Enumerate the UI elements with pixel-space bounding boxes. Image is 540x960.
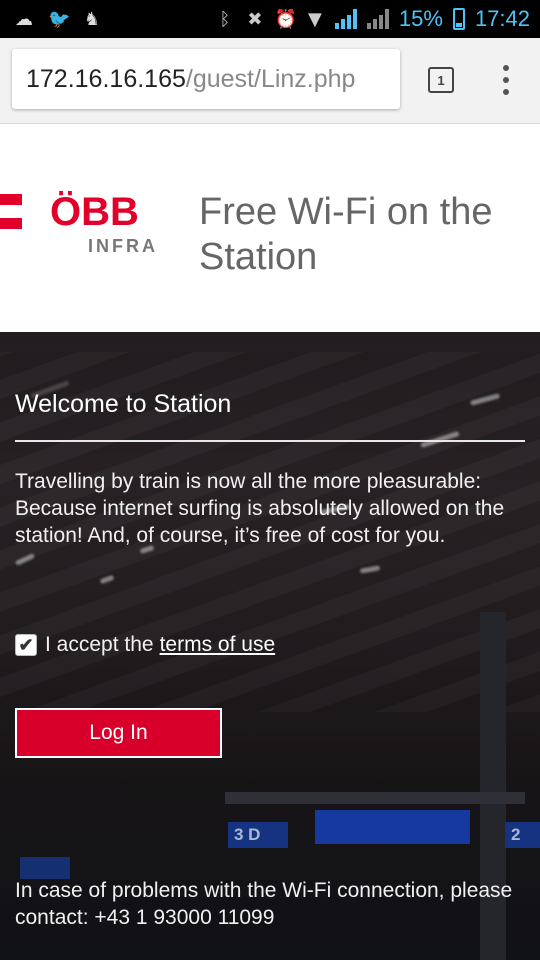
signal-icon-no-service <box>366 9 389 29</box>
wifi-icon: ▼ <box>307 8 322 30</box>
support-contact-text: In case of problems with the Wi-Fi conne… <box>15 879 513 929</box>
login-button[interactable]: Log In <box>15 708 222 758</box>
alarm-icon: ⏰ <box>274 8 298 30</box>
intro-text: Travelling by train is now all the more … <box>15 470 505 547</box>
battery-percent: 15% <box>398 6 443 31</box>
accept-terms-checkbox[interactable]: ✔ <box>15 634 37 656</box>
android-icon: ♞ <box>83 8 101 30</box>
status-bar: ☁ 🐦 ♞ ᛒ ✖ ⏰ ▼ 15% 17:42 <box>0 0 540 38</box>
clock-time: 17:42 <box>474 6 530 31</box>
browser-toolbar: 172.16.16.165/guest/Linz.php 1 <box>0 38 540 124</box>
signal-icon <box>334 9 357 29</box>
bluetooth-icon: ᛒ <box>219 8 231 30</box>
terms-label: I accept the <box>45 633 154 656</box>
url-bar[interactable]: 172.16.16.165/guest/Linz.php <box>12 49 400 109</box>
obb-logo-sub: INFRA <box>88 236 158 256</box>
tab-switcher-button[interactable]: 1 <box>428 67 454 93</box>
url-host: 172.16.16.165 <box>26 64 186 93</box>
flag-stripe-bottom <box>0 218 22 229</box>
terms-of-use-link[interactable]: terms of use <box>160 633 276 657</box>
twitter-icon: 🐦 <box>48 8 71 30</box>
terms-row: ✔ I accept the terms of use <box>15 633 275 657</box>
flag-stripe-top <box>0 194 22 205</box>
battery-icon <box>452 8 465 30</box>
mute-icon: ✖ <box>247 8 263 30</box>
page-title: Free Wi-Fi on the Station <box>199 191 493 278</box>
obb-logo: ÖBB <box>50 190 139 234</box>
cloud-icon: ☁ <box>15 8 33 30</box>
overflow-menu-button[interactable] <box>494 62 518 98</box>
url-path: /guest/Linz.php <box>185 64 356 93</box>
welcome-heading: Welcome to Station <box>15 390 232 418</box>
divider <box>15 440 525 442</box>
